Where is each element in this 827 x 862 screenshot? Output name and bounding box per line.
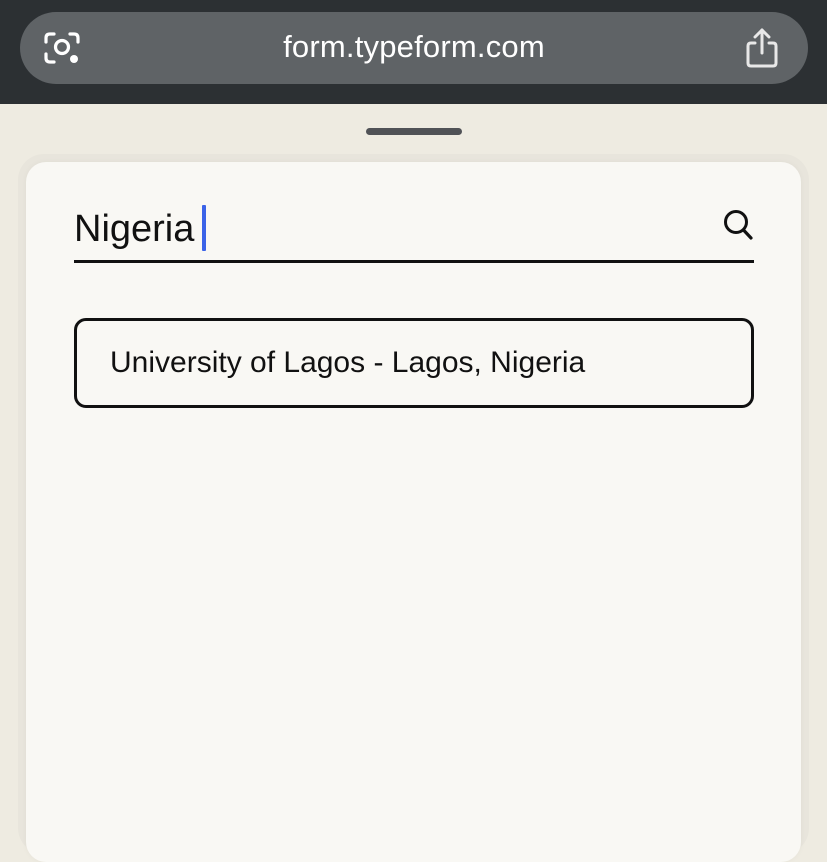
url-text[interactable]: form.typeform.com bbox=[100, 12, 728, 84]
result-option-label: University of Lagos - Lagos, Nigeria bbox=[110, 346, 586, 379]
search-field[interactable]: Nigeria bbox=[74, 198, 754, 263]
sheet-grabber[interactable] bbox=[366, 128, 462, 135]
search-input-value: Nigeria bbox=[74, 208, 195, 250]
browser-toolbar: form.typeform.com bbox=[0, 0, 827, 104]
search-input[interactable]: Nigeria bbox=[74, 204, 207, 254]
search-sheet: Nigeria University of Lagos - Lagos, Nig… bbox=[26, 162, 801, 862]
lens-button[interactable] bbox=[40, 29, 84, 67]
result-option[interactable]: University of Lagos - Lagos, Nigeria bbox=[74, 318, 754, 408]
search-icon[interactable] bbox=[722, 208, 754, 242]
share-button[interactable] bbox=[738, 26, 786, 70]
lens-icon bbox=[44, 32, 80, 64]
share-icon bbox=[746, 28, 778, 68]
text-cursor bbox=[202, 204, 207, 251]
